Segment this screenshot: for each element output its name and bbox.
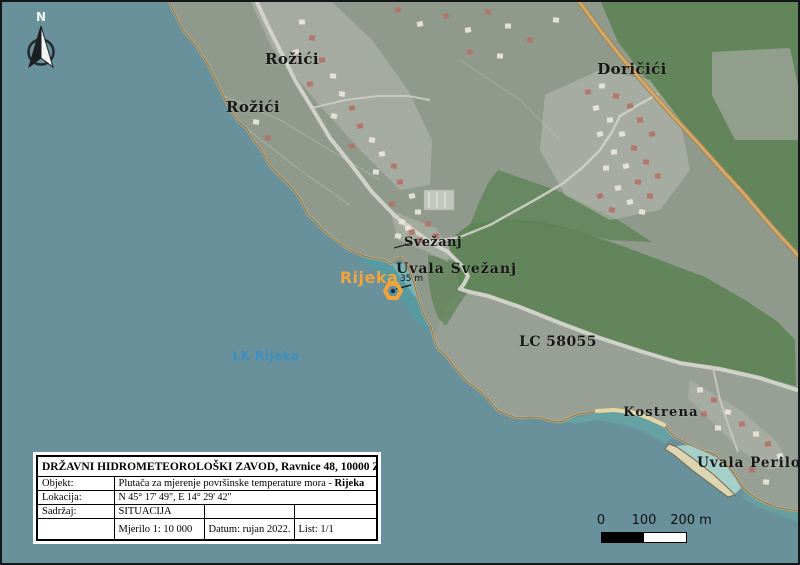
label-svezanj: Svežanj bbox=[404, 235, 462, 250]
building bbox=[527, 37, 533, 43]
building bbox=[253, 119, 260, 125]
building bbox=[369, 137, 376, 143]
sadrzaj-label: Sadržaj: bbox=[37, 505, 114, 519]
building bbox=[711, 397, 717, 402]
building bbox=[397, 179, 403, 185]
parking-lot bbox=[424, 190, 454, 210]
building bbox=[615, 185, 622, 191]
objekt-label: Objekt: bbox=[37, 477, 114, 491]
building bbox=[299, 19, 305, 24]
building bbox=[497, 53, 503, 59]
label-doricici: Doričići bbox=[597, 60, 666, 78]
building bbox=[603, 165, 609, 170]
label-rozici-upper: Rožići bbox=[265, 50, 319, 68]
lokacija-label: Lokacija: bbox=[37, 491, 114, 505]
scalebar-tick-0: 0 bbox=[597, 513, 605, 528]
building bbox=[637, 117, 643, 123]
building bbox=[697, 387, 703, 393]
scalebar bbox=[601, 532, 687, 543]
building bbox=[309, 35, 316, 41]
empty-cell bbox=[37, 519, 114, 541]
map-info-table: DRŽAVNI HIDROMETEOROLOŠKI ZAVOD, Ravnice… bbox=[36, 455, 378, 541]
building bbox=[465, 27, 472, 33]
objekt-value-bold: Rijeka bbox=[335, 478, 365, 489]
building bbox=[415, 209, 421, 214]
building bbox=[715, 425, 721, 430]
mjerilo-value: Mjerilo 1: 10 000 bbox=[114, 519, 204, 541]
map-info-panel: DRŽAVNI HIDROMETEOROLOŠKI ZAVOD, Ravnice… bbox=[33, 452, 381, 544]
building bbox=[643, 159, 650, 165]
datum-value: Datum: rujan 2022. bbox=[204, 519, 294, 541]
building bbox=[265, 135, 271, 140]
building bbox=[389, 201, 395, 206]
building bbox=[505, 23, 511, 28]
scalebar-tick-100: 100 bbox=[632, 513, 657, 528]
building bbox=[647, 193, 653, 199]
label-rozici-lower: Rožići bbox=[226, 98, 280, 116]
scalebar-segment-black bbox=[602, 533, 644, 542]
building bbox=[553, 17, 560, 23]
label-kostrena: Kostrena bbox=[623, 405, 699, 420]
building bbox=[655, 173, 661, 178]
label-rijeka-buoy: Rijeka bbox=[340, 268, 399, 287]
building bbox=[611, 149, 618, 155]
map-sheet: Rožići Rožići Doričići Svežanj Uvala Sve… bbox=[0, 0, 800, 565]
label-uvala-perilo: Uvala Perilo bbox=[697, 455, 800, 471]
objekt-value-text: Plutača za mjerenje površinske temperatu… bbox=[119, 478, 335, 489]
building bbox=[330, 73, 336, 79]
building bbox=[585, 89, 592, 95]
lokacija-value: N 45° 17' 49", E 14° 29' 42" bbox=[114, 491, 377, 505]
building bbox=[373, 169, 380, 175]
building bbox=[307, 81, 313, 87]
empty-cell bbox=[204, 505, 294, 519]
label-lc-road: LC 58055 bbox=[519, 334, 597, 350]
label-lk-rijeka: LK Rijeka bbox=[232, 349, 299, 363]
building bbox=[763, 479, 770, 485]
sadrzaj-value: SITUACIJA bbox=[114, 505, 204, 519]
building bbox=[613, 93, 620, 99]
building bbox=[639, 209, 646, 215]
building bbox=[599, 83, 605, 88]
building bbox=[753, 431, 759, 436]
building bbox=[701, 411, 708, 417]
north-arrow-label: N bbox=[36, 10, 46, 24]
building bbox=[609, 207, 616, 213]
building bbox=[399, 219, 406, 225]
buoy-center-dot bbox=[391, 289, 396, 294]
building bbox=[765, 441, 772, 447]
objekt-value: Plutača za mjerenje površinske temperatu… bbox=[114, 477, 377, 491]
list-value: List: 1/1 bbox=[294, 519, 377, 541]
info-header: DRŽAVNI HIDROMETEOROLOŠKI ZAVOD, Ravnice… bbox=[37, 456, 377, 477]
building bbox=[467, 49, 473, 55]
building bbox=[607, 117, 613, 123]
scalebar-tick-200: 200 m bbox=[670, 513, 712, 528]
scalebar-segment-white bbox=[644, 533, 686, 542]
label-buoy-distance: 35 m bbox=[400, 274, 423, 284]
building bbox=[339, 91, 346, 97]
empty-cell bbox=[294, 505, 377, 519]
